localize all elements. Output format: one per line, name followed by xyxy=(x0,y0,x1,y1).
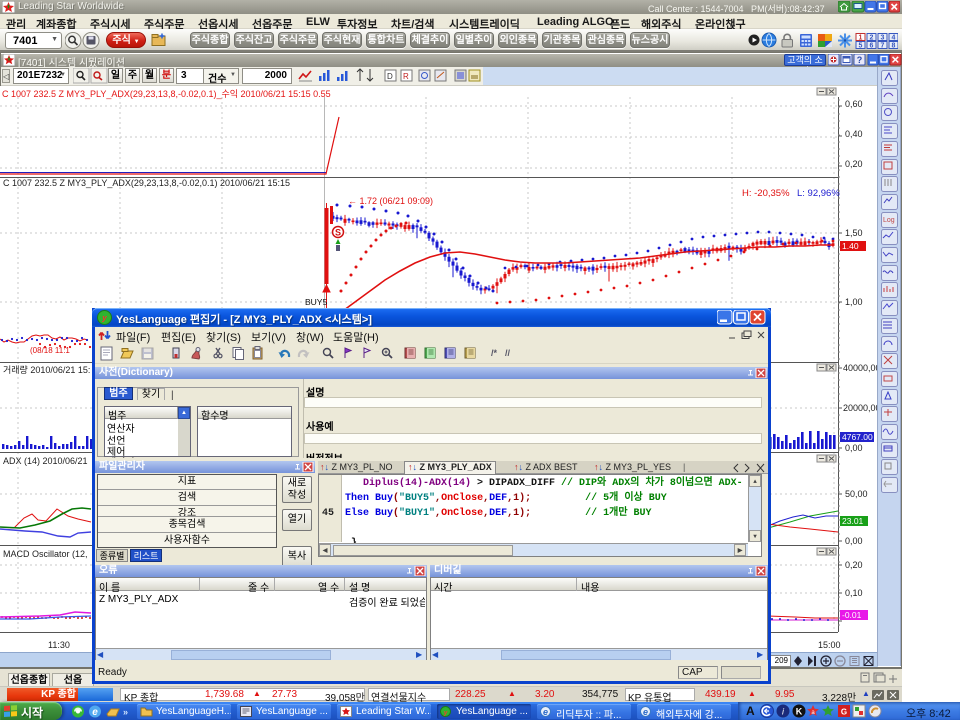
svg-text:0,40: 0,40 xyxy=(845,129,863,139)
svg-text:50,00: 50,00 xyxy=(845,489,868,499)
svg-text:8: 8 xyxy=(892,43,896,50)
svg-text:S: S xyxy=(335,228,341,238)
svg-text:4767.00: 4767.00 xyxy=(842,432,873,442)
svg-text:← 1.72 (06/21 09:09): ← 1.72 (06/21 09:09) xyxy=(348,196,433,206)
svg-text:23.01: 23.01 xyxy=(842,516,864,526)
svg-text:0,10: 0,10 xyxy=(845,588,863,598)
svg-text:5: 5 xyxy=(859,43,863,50)
svg-text:1,00: 1,00 xyxy=(845,297,863,307)
svg-text:6: 6 xyxy=(870,43,874,50)
svg-text:ADX (14) 2010/06/21: ADX (14) 2010/06/21 xyxy=(3,456,88,466)
svg-text:1: 1 xyxy=(859,35,863,42)
svg-text:(08/18 11:1: (08/18 11:1 xyxy=(30,346,70,355)
svg-text:y: y xyxy=(101,314,107,323)
svg-text:Log: Log xyxy=(883,217,895,224)
svg-text:15:00: 15:00 xyxy=(818,640,841,650)
svg-text:2: 2 xyxy=(870,35,874,42)
svg-text:4: 4 xyxy=(892,35,896,42)
svg-text:7: 7 xyxy=(881,43,885,50)
svg-text:0,00: 0,00 xyxy=(845,443,863,453)
svg-text:BUY5: BUY5 xyxy=(305,297,327,307)
svg-text:11:30: 11:30 xyxy=(48,640,70,650)
svg-text:40000,00: 40000,00 xyxy=(843,363,878,373)
svg-text:거래량 2010/06/21 15:: 거래량 2010/06/21 15: xyxy=(3,364,90,375)
svg-text://: // xyxy=(505,348,511,358)
svg-text:1.40: 1.40 xyxy=(842,241,859,251)
svg-text:?: ? xyxy=(857,55,863,65)
svg-text:1,50: 1,50 xyxy=(845,228,863,238)
svg-text:20000,00: 20000,00 xyxy=(843,403,878,413)
svg-text:H: -20,35%: H: -20,35% xyxy=(742,188,790,199)
svg-text:»: » xyxy=(123,707,128,717)
svg-text:e: e xyxy=(643,707,648,717)
svg-text:y: y xyxy=(443,711,448,717)
svg-text:K: K xyxy=(796,707,803,717)
svg-text:C 1007 232.5 Z MY3_PLY_ADX(29,: C 1007 232.5 Z MY3_PLY_ADX(29,23,13,8,-0… xyxy=(3,178,290,188)
svg-text:-0.01: -0.01 xyxy=(842,610,862,620)
svg-text:0,60: 0,60 xyxy=(845,99,863,109)
svg-text:e: e xyxy=(92,707,98,718)
svg-text:0,20: 0,20 xyxy=(845,560,863,570)
svg-text:0,00: 0,00 xyxy=(845,536,863,546)
svg-text:MACD Oscillator (12,: MACD Oscillator (12, xyxy=(3,549,88,559)
svg-text:G: G xyxy=(841,708,847,717)
svg-text:0,20: 0,20 xyxy=(845,159,863,169)
svg-text:R: R xyxy=(403,72,409,81)
svg-text:L: 92,96%: L: 92,96% xyxy=(797,188,840,199)
svg-text:D: D xyxy=(387,72,393,81)
svg-text:e: e xyxy=(543,707,548,717)
svg-text:3: 3 xyxy=(881,35,885,42)
svg-text:/*: /* xyxy=(491,348,498,358)
